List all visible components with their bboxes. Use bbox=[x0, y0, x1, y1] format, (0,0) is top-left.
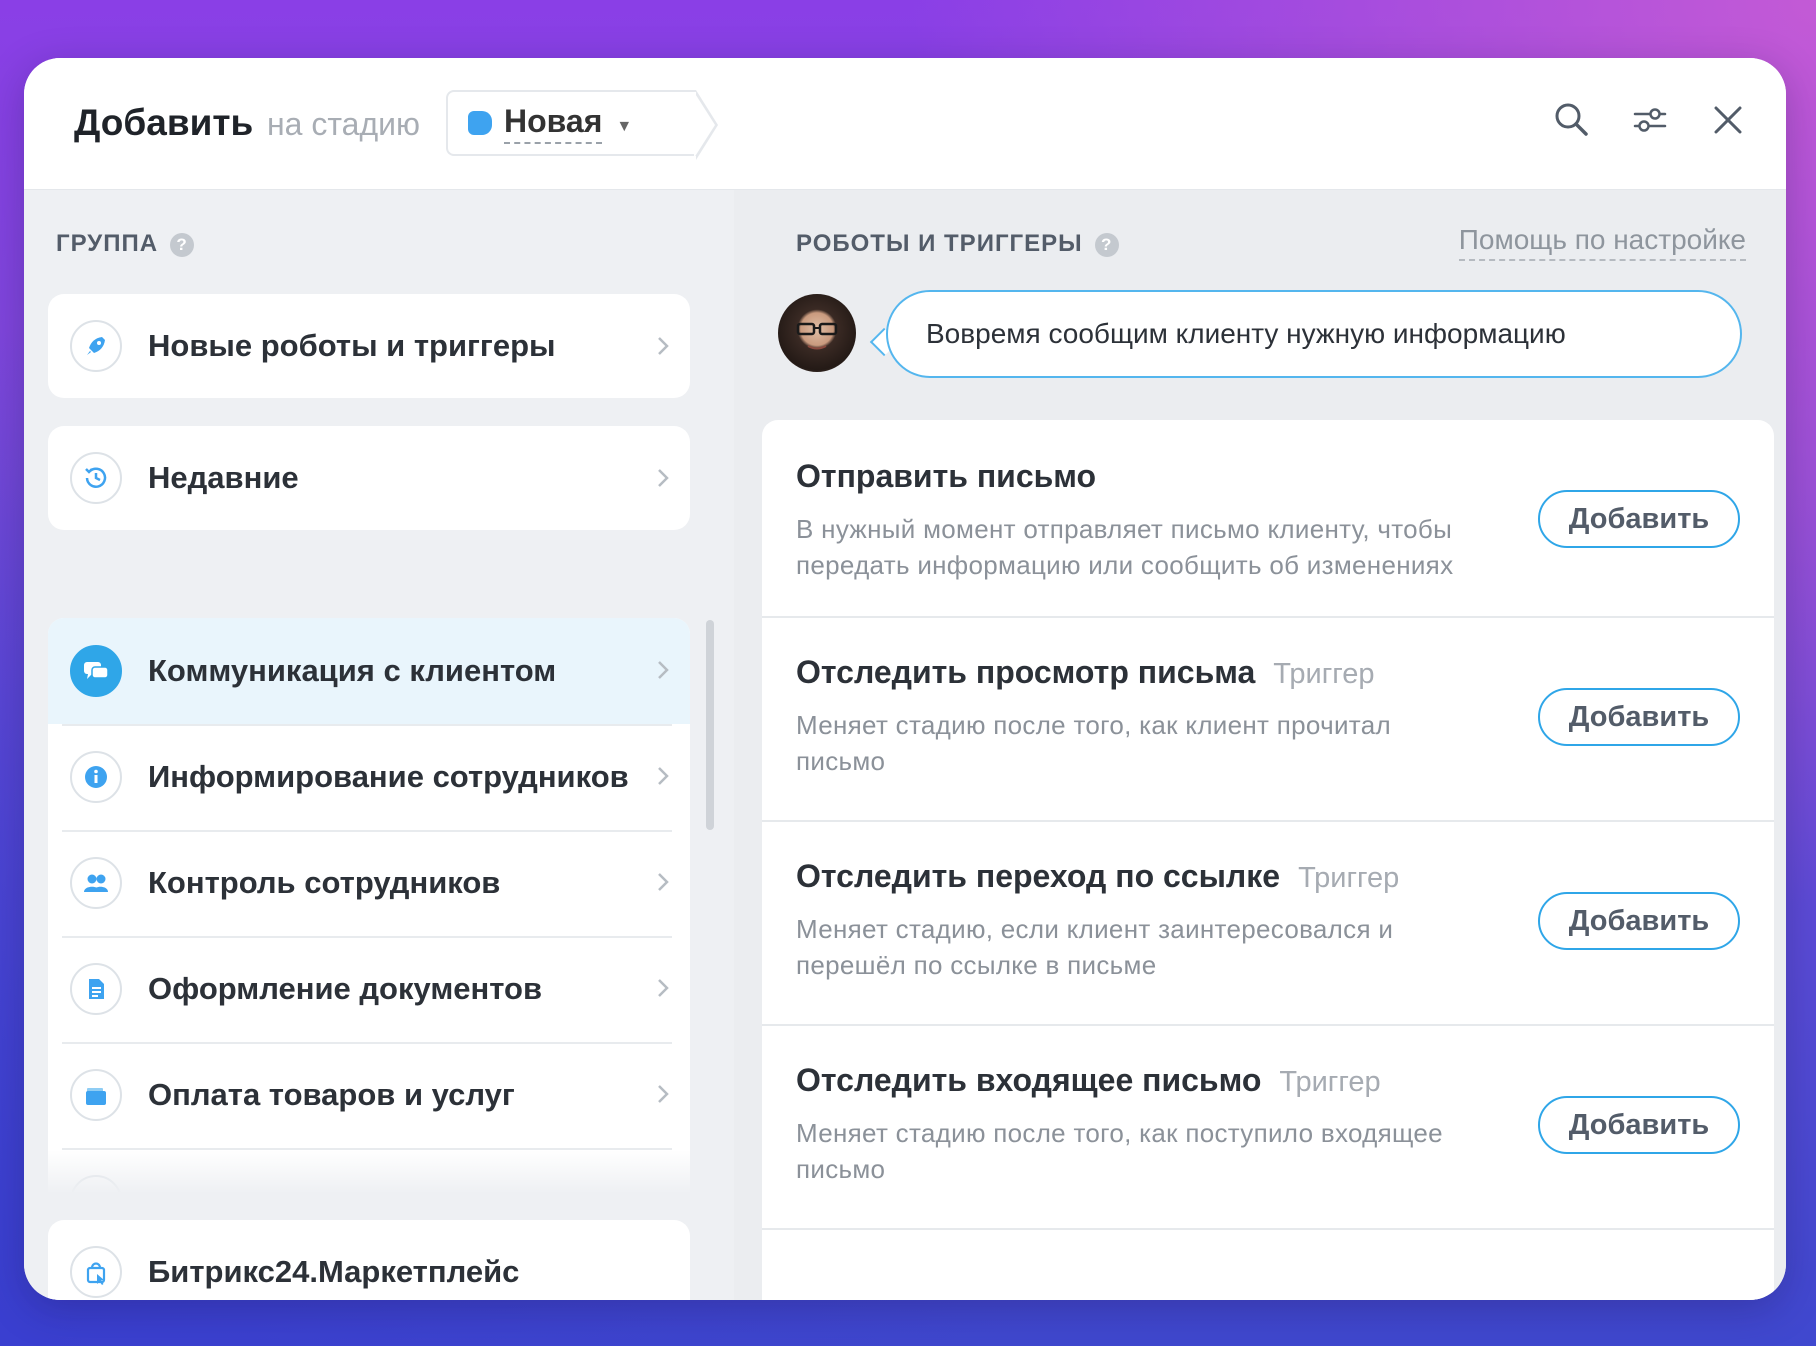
left-scrollbar[interactable] bbox=[706, 620, 714, 830]
add-robot-dialog: Добавить на стадию Новая ▼ ГРУППА? Новые… bbox=[24, 58, 1786, 1300]
add-robot-button[interactable]: Добавить bbox=[1538, 688, 1740, 746]
robot-title-row: Отследить входящее письмо Триггер bbox=[796, 1062, 1774, 1099]
settings-sliders-icon[interactable] bbox=[1630, 100, 1670, 140]
group-item-payment[interactable]: Оплата товаров и услуг bbox=[48, 1042, 690, 1148]
group-section-title: ГРУППА? bbox=[56, 230, 195, 258]
search-icon[interactable] bbox=[1552, 100, 1592, 140]
group-item-label: Битрикс24.Маркетплейс bbox=[148, 1254, 520, 1289]
shopping-bag-icon bbox=[70, 1246, 122, 1298]
add-robot-button[interactable]: Добавить bbox=[1538, 1096, 1740, 1154]
new-robots-card[interactable]: Новые роботы и триггеры bbox=[48, 294, 690, 398]
help-question-icon[interactable]: ? bbox=[170, 232, 195, 257]
group-item-label: Недавние bbox=[148, 460, 299, 495]
group-item-label: Новые роботы и триггеры bbox=[148, 328, 556, 363]
dialog-header: Добавить на стадию Новая ▼ bbox=[24, 58, 1786, 190]
robot-description: В нужный момент отправляет письмо клиент… bbox=[796, 514, 1454, 580]
chevron-right-icon bbox=[658, 661, 669, 679]
robot-title: Отследить просмотр письма bbox=[796, 654, 1256, 690]
trigger-tag: Триггер bbox=[1279, 1066, 1381, 1098]
chevron-right-icon bbox=[658, 979, 669, 997]
assistant-message: Вовремя сообщим клиенту нужную информаци… bbox=[926, 318, 1566, 349]
assistant-message-bubble: Вовремя сообщим клиенту нужную информаци… bbox=[886, 290, 1742, 378]
robot-description: Меняет стадию после того, как поступило … bbox=[796, 1118, 1443, 1184]
group-item-label: Информирование сотрудников bbox=[148, 759, 629, 794]
list-fade bbox=[48, 1150, 690, 1194]
assistant-avatar bbox=[778, 294, 856, 372]
close-icon[interactable] bbox=[1708, 100, 1748, 140]
robot-card: Отследить переход по ссылке Триггер Меняе… bbox=[762, 822, 1774, 1026]
robot-card: Отследить входящее письмо Триггер Меняет … bbox=[762, 1026, 1774, 1230]
robots-panel: РОБОТЫ И ТРИГГЕРЫ? Помощь по настройке В… bbox=[734, 190, 1786, 1300]
robot-title-row: Отследить просмотр письма Триггер bbox=[796, 654, 1774, 691]
chevron-right-icon bbox=[658, 767, 669, 785]
dialog-subtitle: на стадию bbox=[267, 106, 420, 142]
chevron-right-icon bbox=[658, 337, 669, 355]
setup-help-link[interactable]: Помощь по настройке bbox=[1458, 224, 1746, 261]
robot-card: Отправить письмо В нужный момент отправл… bbox=[762, 420, 1774, 618]
group-item-label: Коммуникация с клиентом bbox=[148, 653, 557, 688]
chevron-down-icon: ▼ bbox=[616, 118, 633, 135]
chat-icon bbox=[70, 645, 122, 697]
group-item-new[interactable]: Новые роботы и триггеры bbox=[48, 294, 690, 398]
document-icon bbox=[70, 963, 122, 1015]
group-item-documents[interactable]: Оформление документов bbox=[48, 936, 690, 1042]
stage-dropdown[interactable]: Новая ▼ bbox=[446, 90, 718, 160]
help-question-icon[interactable]: ? bbox=[1094, 232, 1119, 257]
rocket-icon bbox=[70, 320, 122, 372]
group-list: Коммуникация с клиентом Информирование с… bbox=[48, 618, 690, 1192]
robots-section-title: РОБОТЫ И ТРИГГЕРЫ? bbox=[796, 230, 1119, 258]
robot-card: Отследить просмотр письма Триггер Меняет … bbox=[762, 618, 1774, 822]
chevron-right-icon bbox=[658, 469, 669, 487]
robot-title: Отправить письмо bbox=[796, 458, 1097, 494]
group-panel: ГРУППА? Новые роботы и триггеры Недавние bbox=[24, 190, 734, 1300]
stage-color-icon bbox=[468, 111, 492, 135]
group-item-label: Контроль сотрудников bbox=[148, 865, 501, 900]
robots-list: Отправить письмо В нужный момент отправл… bbox=[762, 420, 1774, 1300]
group-item-marketplace[interactable]: Битрикс24.Маркетплейс bbox=[48, 1220, 690, 1300]
group-item-employee-control[interactable]: Контроль сотрудников bbox=[48, 830, 690, 936]
add-robot-button[interactable]: Добавить bbox=[1538, 892, 1740, 950]
history-icon bbox=[70, 452, 122, 504]
robot-description: Меняет стадию после того, как клиент про… bbox=[796, 710, 1391, 776]
robots-title-text: РОБОТЫ И ТРИГГЕРЫ bbox=[796, 230, 1083, 257]
add-robot-button[interactable]: Добавить bbox=[1538, 490, 1740, 548]
group-item-label: Оплата товаров и услуг bbox=[148, 1077, 515, 1112]
robot-title: Отследить переход по ссылке bbox=[796, 858, 1281, 894]
trigger-tag: Триггер bbox=[1298, 862, 1400, 894]
robot-description: Меняет стадию, если клиент заинтересовал… bbox=[796, 914, 1394, 980]
info-icon bbox=[70, 751, 122, 803]
recent-card[interactable]: Недавние bbox=[48, 426, 690, 530]
group-item-recent[interactable]: Недавние bbox=[48, 426, 690, 530]
dialog-title: Добавить bbox=[74, 102, 254, 143]
group-item-employee-info[interactable]: Информирование сотрудников bbox=[48, 724, 690, 830]
group-title-text: ГРУППА bbox=[56, 230, 159, 257]
wallet-icon bbox=[70, 1069, 122, 1121]
stage-arrow-tip bbox=[694, 90, 718, 160]
chevron-right-icon bbox=[658, 873, 669, 891]
robot-title-row: Отследить переход по ссылке Триггер bbox=[796, 858, 1774, 895]
users-icon bbox=[70, 857, 122, 909]
chevron-right-icon bbox=[658, 1085, 669, 1103]
group-item-client-communication[interactable]: Коммуникация с клиентом bbox=[48, 618, 690, 724]
group-item-label: Оформление документов bbox=[148, 971, 543, 1006]
robot-title: Отследить входящее письмо bbox=[796, 1062, 1262, 1098]
trigger-tag: Триггер bbox=[1273, 658, 1375, 690]
stage-name: Новая bbox=[504, 103, 603, 144]
marketplace-card[interactable]: Битрикс24.Маркетплейс bbox=[48, 1220, 690, 1300]
